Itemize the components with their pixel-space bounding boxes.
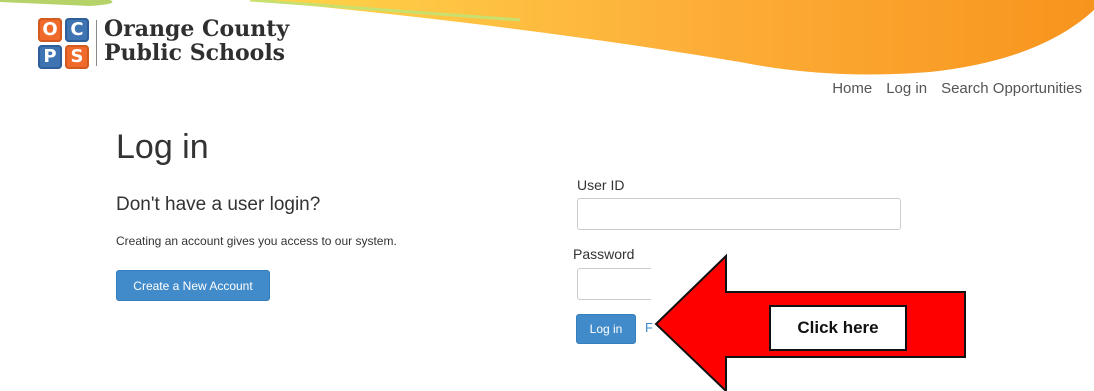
logo-line-2: Public Schools bbox=[104, 40, 286, 66]
userid-label: User ID bbox=[577, 177, 625, 193]
password-input[interactable] bbox=[577, 268, 651, 300]
nav-login-link[interactable]: Log in bbox=[886, 80, 927, 97]
nav-home-link[interactable]: Home bbox=[832, 80, 872, 97]
userid-input[interactable] bbox=[577, 198, 901, 230]
password-label: Password bbox=[573, 246, 635, 262]
click-here-callout: Click here bbox=[769, 305, 907, 351]
nav-search-opportunities-link[interactable]: Search Opportunities bbox=[941, 80, 1082, 97]
logo-letter-c: C bbox=[65, 18, 89, 42]
top-navigation: Home Log in Search Opportunities bbox=[832, 80, 1082, 97]
logo-divider bbox=[96, 20, 97, 66]
page-title: Log in bbox=[116, 128, 209, 166]
no-account-heading: Don't have a user login? bbox=[116, 194, 321, 215]
create-account-button[interactable]: Create a New Account bbox=[116, 270, 270, 301]
account-info-text: Creating an account gives you access to … bbox=[116, 234, 397, 248]
logo-letter-o: O bbox=[38, 18, 62, 42]
logo-line-1: Orange County bbox=[104, 16, 290, 42]
logo-letter-s: S bbox=[65, 45, 89, 69]
login-button[interactable]: Log in bbox=[576, 314, 636, 344]
logo-wordmark: Orange County Public Schools bbox=[104, 17, 289, 65]
ocps-logo-mark: O C P S bbox=[38, 18, 90, 70]
logo-letter-p: P bbox=[38, 45, 62, 69]
